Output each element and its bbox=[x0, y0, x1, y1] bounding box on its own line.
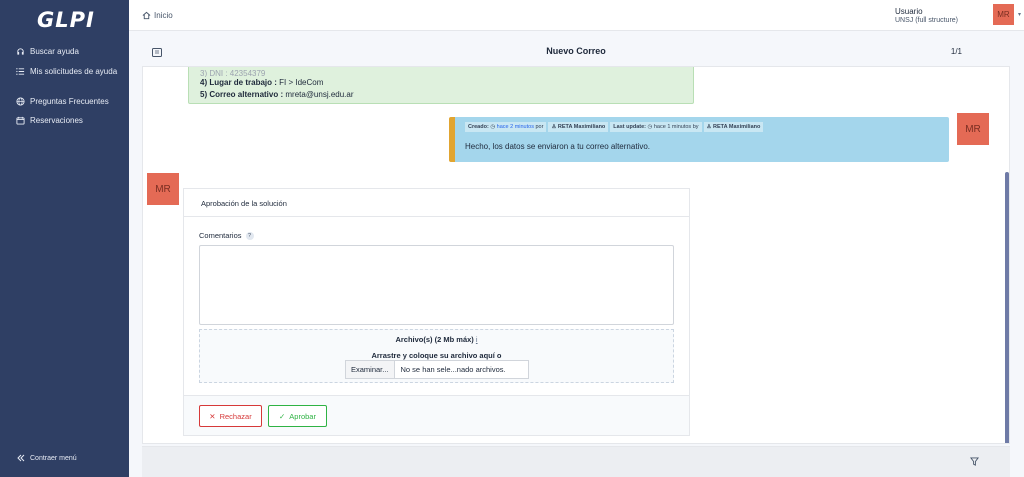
update-author-name: RETA Maximiliano bbox=[712, 124, 761, 130]
sidebar: GLPI Buscar ayuda Mis solicitudes de ayu… bbox=[0, 0, 129, 477]
topbar: Inicio Usuario UNSJ (full structure) MR … bbox=[129, 0, 1024, 31]
clock-icon: ◷ bbox=[647, 124, 653, 130]
update-label: Last update: bbox=[613, 124, 646, 130]
avatar[interactable]: MR bbox=[993, 4, 1014, 25]
approval-actions: ✕ Rechazar ✓ Aprobar bbox=[184, 395, 689, 435]
author-chip[interactable]: ♙ RETA Maximiliano bbox=[548, 122, 609, 132]
solution-message: Hecho, los datos se enviaron a tu correo… bbox=[465, 142, 650, 151]
breadcrumb[interactable]: Inicio bbox=[142, 11, 173, 20]
reject-label: Rechazar bbox=[219, 411, 252, 421]
info-icon[interactable]: i bbox=[476, 335, 478, 344]
author-name: RETA Maximiliano bbox=[557, 124, 606, 130]
followup-line: 4) Lugar de trabajo : FI > IdeCom bbox=[200, 77, 693, 89]
user-menu[interactable]: Usuario UNSJ (full structure) bbox=[895, 7, 958, 24]
filter-icon[interactable] bbox=[970, 457, 979, 466]
home-icon bbox=[142, 11, 151, 20]
file-status-text: No se han sele...nado archivos. bbox=[400, 365, 506, 374]
followup-bubble: 3) DNI : 42354379 4) Lugar de trabajo : … bbox=[188, 67, 694, 104]
comments-label-row: Comentarios ? bbox=[199, 231, 254, 240]
created-label: Creado: bbox=[468, 124, 489, 130]
created-time: hace 2 minutos bbox=[496, 124, 534, 130]
headset-icon bbox=[17, 48, 24, 55]
followup-partial-line: 3) DNI : 42354379 bbox=[200, 69, 266, 77]
breadcrumb-home[interactable]: Inicio bbox=[154, 11, 173, 20]
double-chevron-left-icon bbox=[17, 454, 25, 462]
approval-title: Aprobación de la solución bbox=[184, 189, 689, 217]
field-value: FI > IdeCom bbox=[276, 78, 324, 87]
list-icon bbox=[16, 68, 25, 75]
ticket-header: Nuevo Correo 1/1 bbox=[142, 40, 1010, 64]
created-chip: Creado: ◷ hace 2 minutos por bbox=[465, 122, 547, 132]
sidebar-item-label: Buscar ayuda bbox=[30, 47, 79, 56]
user-entity: UNSJ (full structure) bbox=[894, 17, 958, 24]
avatar: MR bbox=[147, 173, 179, 205]
update-author-chip[interactable]: ♙ RETA Maximiliano bbox=[703, 122, 764, 132]
calendar-icon bbox=[16, 116, 25, 125]
sidebar-item-label: Reservaciones bbox=[30, 116, 83, 125]
solution-meta: Creado: ◷ hace 2 minutos por ♙ RETA Maxi… bbox=[465, 122, 764, 132]
file-input[interactable]: Examinar... No se han sele...nado archiv… bbox=[345, 360, 529, 379]
field-value: mreta@unsj.edu.ar bbox=[283, 90, 354, 99]
browse-button[interactable]: Examinar... bbox=[346, 361, 395, 378]
check-icon: ✓ bbox=[279, 411, 286, 421]
sidebar-item-buscar-ayuda[interactable]: Buscar ayuda bbox=[16, 47, 124, 57]
avatar: MR bbox=[957, 113, 989, 145]
files-label-row: Archivo(s) (2 Mb máx) i bbox=[200, 335, 673, 344]
glpi-logo[interactable]: GLPI bbox=[37, 8, 95, 32]
approve-button[interactable]: ✓ Aprobar bbox=[268, 405, 327, 427]
user-icon: ♙ bbox=[551, 124, 557, 130]
sidebar-item-reservaciones[interactable]: Reservaciones bbox=[16, 116, 124, 126]
page-title: Nuevo Correo bbox=[546, 46, 606, 56]
files-label: Archivo(s) (2 Mb máx) bbox=[395, 335, 474, 344]
timeline[interactable]: 3) DNI : 42354379 4) Lugar de trabajo : … bbox=[142, 66, 1010, 444]
clock-icon: ◷ bbox=[490, 124, 496, 130]
close-icon: ✕ bbox=[209, 411, 216, 421]
sidebar-item-preguntas-frecuentes[interactable]: Preguntas Frecuentes bbox=[16, 97, 124, 107]
user-name: Usuario bbox=[894, 7, 923, 16]
collapse-menu-button[interactable]: Contraer menú bbox=[17, 454, 77, 462]
update-chip: Last update: ◷ hace 1 minutos by bbox=[610, 122, 702, 132]
comments-textarea[interactable] bbox=[199, 245, 674, 325]
help-icon[interactable]: ? bbox=[245, 231, 254, 240]
timeline-scrollbar[interactable] bbox=[1005, 172, 1009, 443]
item-counter: 1/1 bbox=[950, 47, 962, 56]
followup-line: 5) Correo alternativo : mreta@unsj.edu.a… bbox=[200, 89, 693, 101]
drop-label: Arrastre y coloque su archivo aquí o bbox=[371, 351, 502, 360]
globe-icon bbox=[16, 97, 25, 106]
by-label: por bbox=[535, 124, 544, 130]
approve-label: Aprobar bbox=[289, 411, 316, 421]
chevron-down-icon[interactable]: ▾ bbox=[1018, 11, 1021, 18]
update-time: hace 1 minutos by bbox=[653, 124, 699, 130]
field-label: 4) Lugar de trabajo : bbox=[200, 78, 277, 87]
sidebar-item-label: Mis solicitudes de ayuda bbox=[30, 67, 118, 76]
user-icon: ♙ bbox=[706, 124, 712, 130]
reject-button[interactable]: ✕ Rechazar bbox=[199, 405, 262, 427]
approval-card: Aprobación de la solución Comentarios ? … bbox=[183, 188, 690, 436]
collapse-menu-label: Contraer menú bbox=[30, 454, 77, 462]
comments-label: Comentarios bbox=[199, 231, 242, 240]
field-label: 5) Correo alternativo : bbox=[200, 90, 284, 99]
timeline-footer bbox=[142, 446, 1010, 477]
file-dropzone[interactable]: Archivo(s) (2 Mb máx) i Arrastre y coloq… bbox=[199, 329, 674, 383]
solution-bubble: Creado: ◷ hace 2 minutos por ♙ RETA Maxi… bbox=[449, 117, 949, 162]
sidebar-item-label: Preguntas Frecuentes bbox=[30, 97, 109, 106]
sidebar-item-mis-solicitudes[interactable]: Mis solicitudes de ayuda bbox=[16, 67, 124, 77]
